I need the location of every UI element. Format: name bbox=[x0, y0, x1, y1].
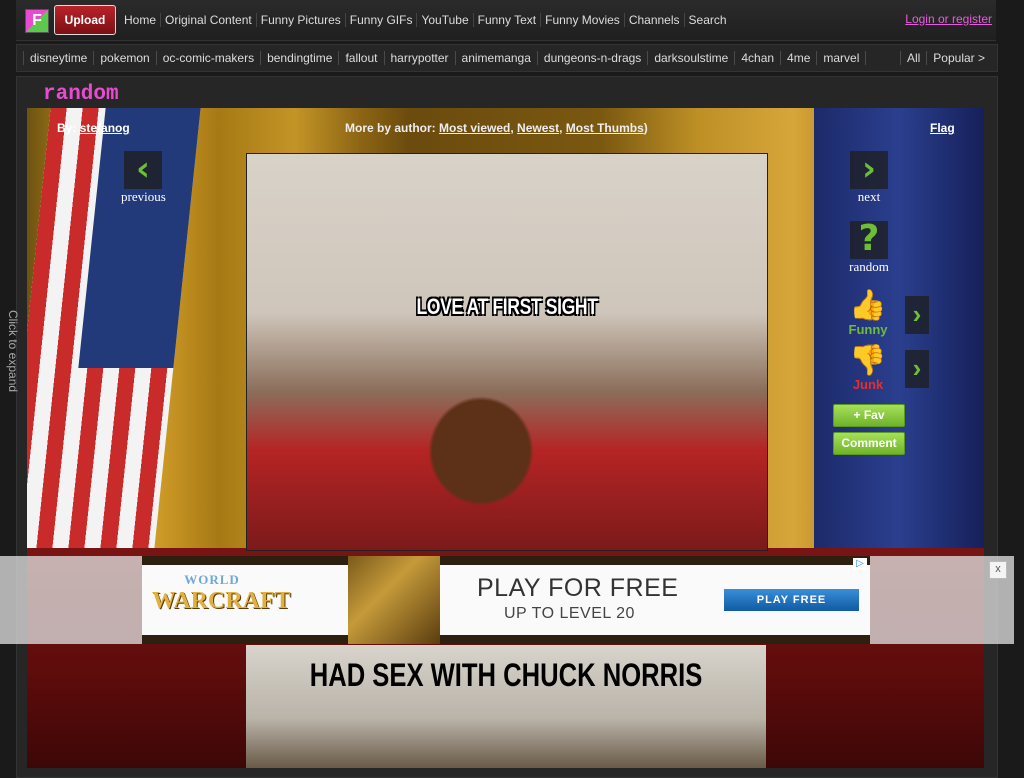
previous-label: previous bbox=[121, 189, 166, 204]
tag-item[interactable]: fallout bbox=[338, 51, 383, 65]
ad-subline: UP TO LEVEL 20 bbox=[504, 605, 635, 622]
author-byline: By: stefanog bbox=[57, 121, 130, 135]
funny-expand-arrow[interactable]: › bbox=[905, 296, 929, 334]
tag-item[interactable]: darksoulstime bbox=[647, 51, 734, 65]
nav-funny-pictures[interactable]: Funny Pictures bbox=[255, 13, 345, 27]
add-favorite-button[interactable]: + Fav bbox=[833, 404, 905, 427]
nav-channels[interactable]: Channels bbox=[623, 13, 684, 27]
comment-button[interactable]: Comment bbox=[833, 432, 905, 455]
random-button[interactable]: ? random bbox=[845, 221, 893, 275]
main-content-image-lower[interactable]: HAD SEX WITH CHUCK NORRIS bbox=[246, 645, 766, 768]
flag-link[interactable]: Flag bbox=[930, 121, 955, 135]
ad-choices-icon[interactable]: ▷ bbox=[853, 558, 867, 570]
funny-vote-button[interactable]: 👍 Funny bbox=[846, 289, 890, 338]
tag-all-link[interactable]: All bbox=[899, 51, 926, 65]
channel-tag-bar: disneytime pokemon oc-comic-makers bendi… bbox=[16, 44, 998, 72]
tag-item[interactable]: pokemon bbox=[93, 51, 155, 65]
ad-overlay: WORLD WARCRAFT PLAY FOR FREE UP TO LEVEL… bbox=[0, 556, 1014, 644]
logo-letter: F bbox=[32, 12, 42, 29]
close-ad-button[interactable]: x bbox=[989, 561, 1007, 579]
random-label: random bbox=[849, 259, 889, 274]
tag-right-links: All Popular > bbox=[899, 45, 991, 71]
nav-youtube[interactable]: YouTube bbox=[416, 13, 472, 27]
tag-item[interactable]: animemanga bbox=[454, 51, 537, 65]
site-logo[interactable]: F bbox=[25, 9, 49, 33]
tag-item[interactable]: disneytime bbox=[23, 51, 93, 65]
tag-item[interactable]: harrypotter bbox=[383, 51, 455, 65]
expand-sidebar-toggle[interactable]: Click to expand bbox=[0, 306, 20, 396]
login-register-link[interactable]: Login or register bbox=[905, 12, 992, 26]
image-caption-bottom: HAD SEX WITH CHUCK NORRIS bbox=[309, 657, 703, 693]
nav-search[interactable]: Search bbox=[683, 13, 731, 27]
chevron-left-icon: ‹ bbox=[124, 151, 162, 189]
most-thumbs-link[interactable]: Most Thumbs bbox=[566, 121, 644, 135]
nav-home[interactable]: Home bbox=[120, 13, 160, 27]
tag-item[interactable]: marvel bbox=[816, 51, 867, 65]
logo-text-top: WORLD bbox=[184, 572, 240, 587]
nav-funny-text[interactable]: Funny Text bbox=[472, 13, 540, 27]
thumbs-down-icon: 👎 bbox=[849, 344, 887, 377]
image-caption-top: LOVE AT FIRST SIGHT bbox=[416, 294, 598, 319]
main-content-image[interactable]: LOVE AT FIRST SIGHT bbox=[246, 153, 768, 551]
nav-original-content[interactable]: Original Content bbox=[160, 13, 256, 27]
next-label: next bbox=[857, 189, 881, 204]
tag-list: disneytime pokemon oc-comic-makers bendi… bbox=[23, 45, 867, 71]
previous-button[interactable]: ‹ previous bbox=[121, 151, 166, 205]
junk-expand-arrow[interactable]: › bbox=[905, 350, 929, 388]
tag-popular-link[interactable]: Popular > bbox=[926, 51, 991, 65]
flag-canton bbox=[78, 108, 201, 368]
more-by-label: More by author: bbox=[345, 121, 436, 135]
junk-vote-button[interactable]: 👎 Junk bbox=[846, 344, 890, 393]
funny-label: Funny bbox=[848, 322, 888, 337]
chevron-right-icon: › bbox=[850, 151, 888, 189]
logo-text-bottom: WARCRAFT bbox=[152, 588, 291, 614]
background-flag-right bbox=[814, 108, 984, 558]
tag-item[interactable]: 4me bbox=[780, 51, 816, 65]
tag-item[interactable]: 4chan bbox=[734, 51, 780, 65]
question-mark-icon: ? bbox=[850, 221, 888, 259]
chevron-right-icon: › bbox=[912, 299, 922, 329]
ad-cta-button[interactable]: PLAY FREE bbox=[724, 589, 859, 611]
by-label: By: bbox=[57, 121, 77, 135]
category-title[interactable]: random bbox=[43, 83, 119, 106]
next-button[interactable]: › next bbox=[847, 151, 891, 205]
junk-label: Junk bbox=[852, 377, 884, 392]
tag-item[interactable]: dungeons-n-drags bbox=[536, 51, 647, 65]
chevron-right-icon: › bbox=[912, 353, 922, 383]
ad-headline: PLAY FOR FREE bbox=[477, 574, 679, 602]
thumbs-up-icon: 👍 bbox=[849, 289, 887, 322]
game-box-art bbox=[348, 556, 440, 644]
upload-button[interactable]: Upload bbox=[54, 5, 116, 35]
newest-link[interactable]: Newest bbox=[517, 121, 559, 135]
nav-funny-movies[interactable]: Funny Movies bbox=[540, 13, 624, 27]
game-logo: WORLD WARCRAFT bbox=[152, 572, 291, 624]
tag-item[interactable]: oc-comic-makers bbox=[155, 51, 260, 65]
author-link[interactable]: stefanog bbox=[80, 121, 130, 135]
nav-funny-gifs[interactable]: Funny GIFs bbox=[344, 13, 417, 27]
background-flag-left bbox=[27, 108, 201, 558]
ad-banner[interactable]: WORLD WARCRAFT PLAY FOR FREE UP TO LEVEL… bbox=[142, 556, 870, 644]
more-by-author: More by author: Most viewed, Newest, Mos… bbox=[345, 121, 648, 135]
tag-item[interactable]: bendingtime bbox=[260, 51, 338, 65]
top-navigation: F Upload Home Original Content Funny Pic… bbox=[16, 0, 996, 41]
most-viewed-link[interactable]: Most viewed bbox=[439, 121, 510, 135]
main-nav: Home Original Content Funny Pictures Fun… bbox=[120, 0, 731, 40]
